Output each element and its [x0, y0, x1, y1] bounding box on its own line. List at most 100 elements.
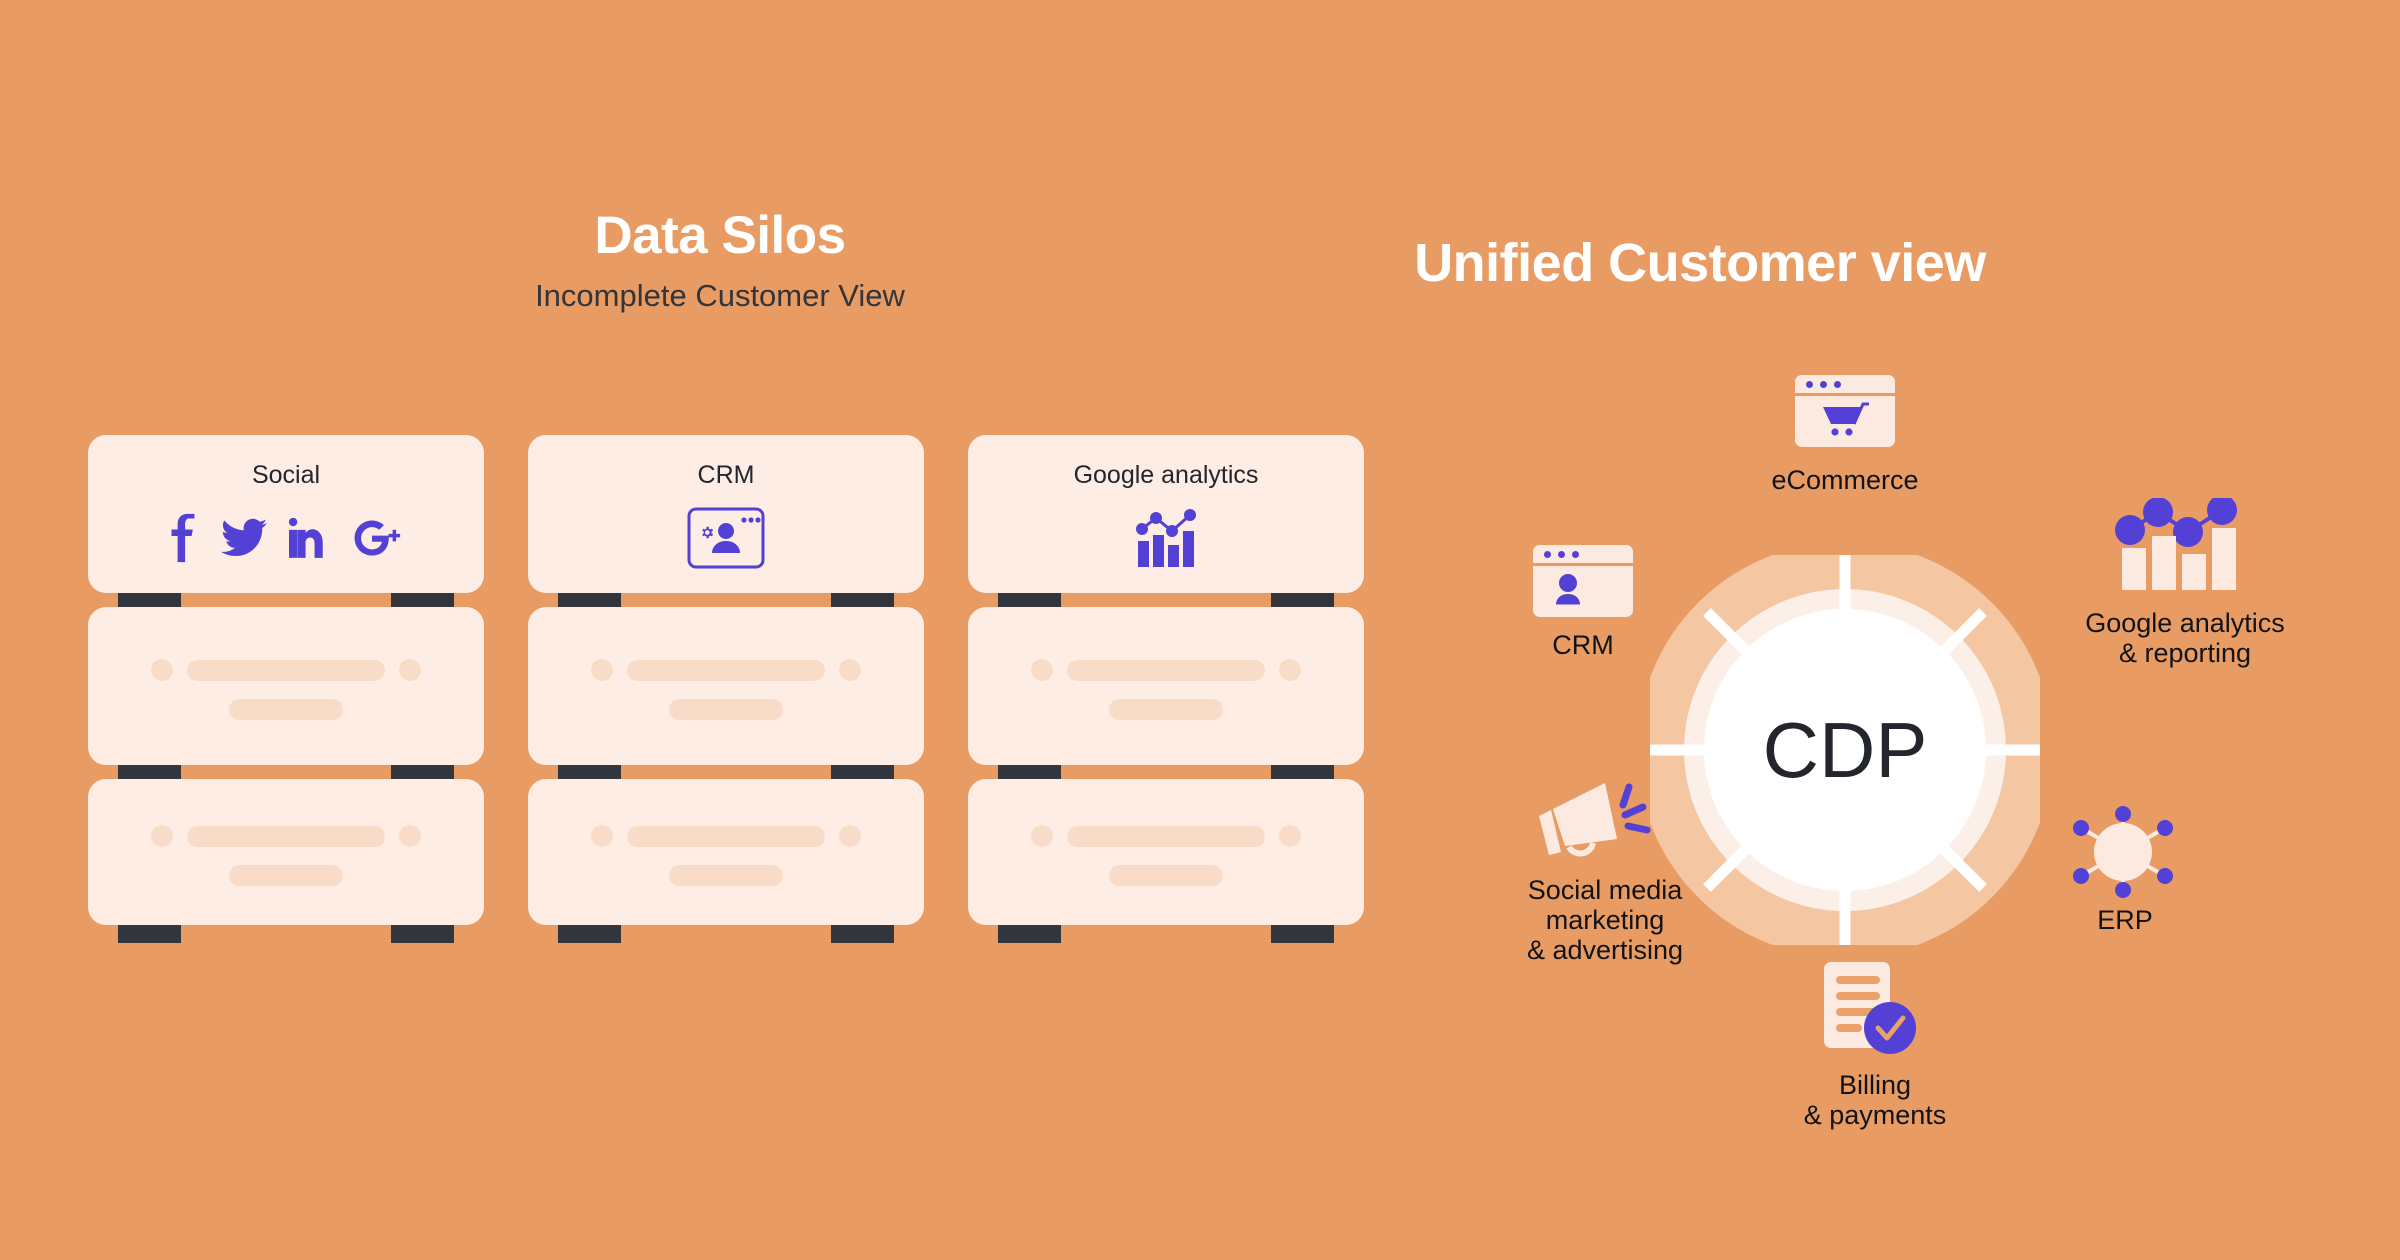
placeholder-dot	[591, 659, 613, 681]
silo-stack-block[interactable]	[88, 607, 484, 783]
browser-dot	[1820, 380, 1827, 388]
silo-leg	[831, 925, 894, 943]
placeholder-bar	[669, 865, 783, 886]
placeholder-bar	[229, 699, 343, 720]
browser-dot	[1572, 550, 1579, 558]
placeholder-line	[591, 659, 861, 681]
placeholder-rows	[528, 825, 924, 886]
placeholder-dot	[399, 825, 421, 847]
silo-card-label: Social	[251, 461, 321, 489]
node-label-billing: Billing & payments	[1803, 1070, 1947, 1131]
placeholder-dot	[1279, 659, 1301, 681]
placeholder-bar	[1067, 825, 1265, 847]
silo-column-social: Social	[88, 435, 484, 943]
silo-card-crm[interactable]: CRM	[528, 435, 924, 611]
browser-content	[1533, 566, 1633, 614]
crm-browser-user-gear-icon	[687, 507, 765, 569]
placeholder-bar	[1109, 699, 1223, 720]
silo-stack-block[interactable]	[968, 607, 1364, 783]
invoice-check-icon	[1824, 962, 1916, 1054]
network-nodes-icon	[2073, 806, 2173, 898]
browser-titlebar	[1533, 545, 1633, 566]
unified-view-title: Unified Customer view	[1414, 233, 1986, 293]
node-billing[interactable]	[1818, 960, 1933, 1070]
placeholder-bar	[627, 825, 825, 847]
silo-leg	[558, 925, 621, 943]
twitter-icon	[221, 518, 267, 557]
crm-icon-row	[528, 507, 924, 569]
silo-leg	[998, 925, 1061, 943]
placeholder-dot	[151, 825, 173, 847]
silo-stack-block[interactable]	[528, 607, 924, 783]
silo-card-label: Google analytics	[1073, 461, 1259, 489]
silo-leg	[118, 925, 181, 943]
user-avatar-icon	[1556, 574, 1580, 605]
placeholder-bar	[627, 659, 825, 681]
social-icon-row	[88, 507, 484, 569]
data-silos-panel: Data Silos Incomplete Customer View Soci…	[0, 0, 1440, 1260]
browser-dot	[1558, 550, 1565, 558]
google-plus-icon	[354, 520, 401, 556]
placeholder-bar	[229, 865, 343, 886]
browser-dot	[1806, 380, 1813, 388]
placeholder-line	[1031, 659, 1301, 681]
placeholder-dot	[1031, 825, 1053, 847]
shopping-cart-browser-icon	[1795, 375, 1895, 447]
silo-card-social[interactable]: Social	[88, 435, 484, 611]
silo-stack-block[interactable]	[88, 779, 484, 943]
placeholder-rows	[88, 825, 484, 886]
node-label-google-analytics: Google analytics & reporting	[2085, 608, 2285, 669]
megaphone-icon	[1539, 783, 1651, 857]
node-social-media[interactable]	[1525, 775, 1670, 870]
placeholder-rows	[968, 825, 1364, 886]
placeholder-line	[151, 825, 421, 847]
node-crm[interactable]	[1533, 545, 1633, 617]
placeholder-dot	[1279, 825, 1301, 847]
placeholder-rows	[528, 659, 924, 720]
placeholder-dot	[591, 825, 613, 847]
node-ecommerce[interactable]	[1795, 375, 1895, 447]
silo-card-label: CRM	[697, 461, 755, 489]
placeholder-dot	[151, 659, 173, 681]
browser-content	[1795, 396, 1895, 444]
placeholder-bar	[1109, 865, 1223, 886]
placeholder-line	[151, 659, 421, 681]
shopping-cart-icon	[1823, 402, 1869, 436]
silo-leg	[391, 925, 454, 943]
placeholder-bar	[187, 659, 385, 681]
browser-dot	[1544, 550, 1551, 558]
placeholder-dot	[839, 659, 861, 681]
analytics-bar-line-chart-icon	[1136, 509, 1196, 567]
placeholder-line	[591, 825, 861, 847]
silo-stack-block[interactable]	[528, 779, 924, 943]
user-browser-icon	[1533, 545, 1633, 617]
silo-column-google-analytics: Google analytics	[968, 435, 1364, 943]
placeholder-rows	[88, 659, 484, 720]
browser-dot	[1834, 380, 1841, 388]
placeholder-line	[1031, 825, 1301, 847]
node-label-crm: CRM	[1552, 630, 1614, 660]
linkedin-icon	[289, 518, 323, 558]
bar-chart-line-icon	[2115, 495, 2237, 590]
placeholder-bar	[1067, 659, 1265, 681]
silo-leg	[1271, 925, 1334, 943]
silo-card-google-analytics[interactable]: Google analytics	[968, 435, 1364, 611]
placeholder-dot	[1031, 659, 1053, 681]
facebook-icon	[171, 513, 195, 563]
placeholder-rows	[968, 659, 1364, 720]
placeholder-dot	[399, 659, 421, 681]
node-label-erp: ERP	[2097, 905, 2153, 935]
analytics-icon-row	[968, 507, 1364, 569]
placeholder-dot	[839, 825, 861, 847]
placeholder-bar	[669, 699, 783, 720]
silo-column-crm: CRM	[528, 435, 924, 943]
placeholder-bar	[187, 825, 385, 847]
node-label-ecommerce: eCommerce	[1771, 465, 1919, 495]
silo-stack-block[interactable]	[968, 779, 1364, 943]
node-google-analytics[interactable]	[2110, 495, 2260, 598]
node-label-social-media: Social media marketing & advertising	[1526, 875, 1684, 966]
infographic-canvas: Data Silos Incomplete Customer View Soci…	[0, 0, 2400, 1260]
silo-grid: Social CRM Google analytics	[88, 435, 1368, 943]
browser-titlebar	[1795, 375, 1895, 396]
node-erp[interactable]	[2065, 800, 2185, 910]
